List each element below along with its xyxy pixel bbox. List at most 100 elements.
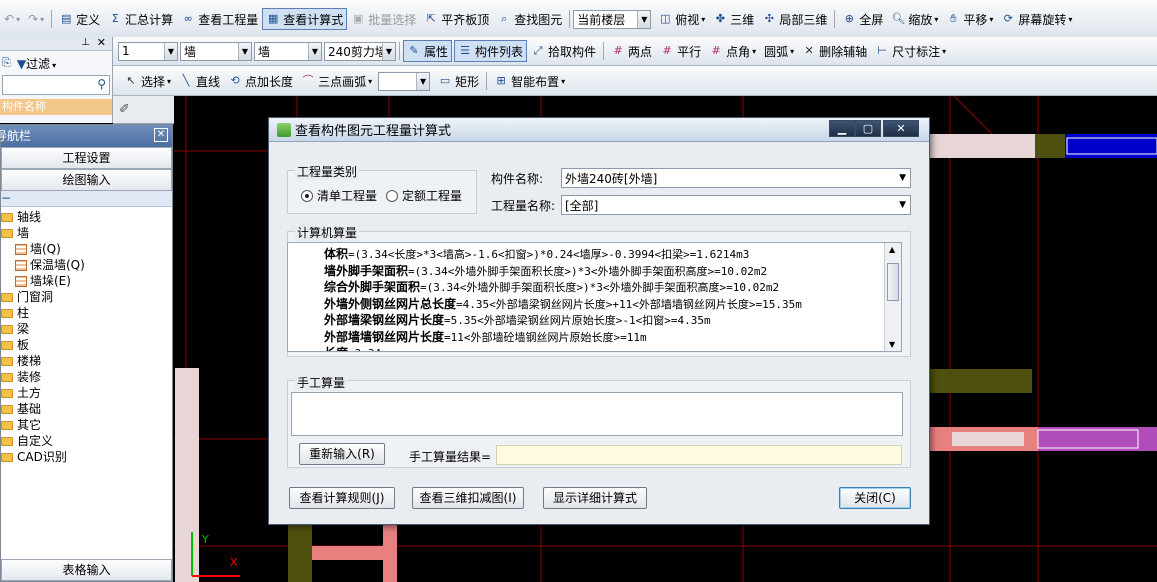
close-button[interactable]: 关闭(C)	[839, 487, 911, 509]
view-3d-deduct-button[interactable]: 查看三维扣减图(I)	[412, 487, 524, 509]
brush-icon[interactable]: ✐	[119, 102, 130, 117]
tree-item[interactable]: 自定义	[1, 433, 172, 449]
collapse-icon[interactable]: −	[1, 191, 11, 205]
minimize-button[interactable]: ▁	[829, 120, 855, 137]
component-list-button[interactable]: ☰ 构件列表	[454, 40, 528, 62]
rotate-icon: ⟳	[1003, 12, 1014, 25]
search-input[interactable]: ⚲	[2, 75, 110, 95]
component-name-label: 构件名称:	[491, 172, 544, 186]
scroll-down-icon[interactable]: ▼	[889, 340, 895, 349]
scroll-thumb[interactable]	[887, 263, 899, 301]
show-detail-button[interactable]: 显示详细计算式	[543, 487, 647, 509]
tree-item[interactable]: 楼梯	[1, 353, 172, 369]
tree-item[interactable]: 梁	[1, 321, 172, 337]
batch-select-button[interactable]: ▣ 批量选择	[347, 8, 420, 30]
ucs-y-label: Y	[201, 533, 209, 546]
pick-component-button[interactable]: ⤢ 拾取构件	[527, 40, 600, 62]
close-icon[interactable]: ✕	[97, 36, 106, 49]
new-icon[interactable]: ⎘	[2, 56, 11, 70]
list-icon: ☰	[460, 44, 470, 57]
tree-item[interactable]: 墙垛(E)	[1, 273, 172, 289]
dialog-title: 查看构件图元工程量计算式	[295, 124, 452, 139]
screen-rotate-button[interactable]: ⟳ 屏幕旋转 ▾	[997, 8, 1076, 30]
parallel-button[interactable]: # 平行	[656, 40, 705, 62]
wall-segment	[312, 546, 392, 560]
top-view-button[interactable]: ◫ 俯视 ▾	[654, 8, 709, 30]
close-window-button[interactable]: ✕	[883, 120, 919, 137]
table-input-button[interactable]: 表格输入	[1, 559, 172, 581]
properties-button[interactable]: ✎ 属性	[403, 40, 453, 62]
chevron-down-icon: ▼	[899, 173, 906, 183]
manual-calc-input[interactable]	[291, 392, 903, 436]
tree-item-label: 土方	[17, 386, 42, 400]
three-d-button[interactable]: ✤ 三维	[709, 8, 758, 30]
folder-icon	[1, 212, 13, 222]
calc-line-name: 墙外脚手架面积	[324, 263, 409, 278]
parallel-icon: #	[662, 44, 672, 57]
find-element-button[interactable]: ⌕ 查找图元	[493, 8, 566, 30]
tree-item[interactable]: 基础	[1, 401, 172, 417]
local-3d-button[interactable]: ✣ 局部三维	[758, 8, 831, 30]
qty-name-select[interactable]: [全部] ▼	[561, 195, 911, 215]
calc-line: 体积=(3.34<长度>*3<墙高>-1.6<扣窗>)*0.24<墙厚>-0.3…	[324, 245, 749, 262]
current-floor-select[interactable]: 当前楼层 ▼	[573, 9, 652, 29]
zoom-button[interactable]: 🔍︎ 缩放 ▾	[887, 8, 942, 30]
radio-list-option[interactable]: 清单工程量	[301, 187, 377, 204]
component-name-select[interactable]: 外墙240砖[外墙] ▼	[561, 168, 911, 188]
view-rules-button[interactable]: 查看计算规则(J)	[289, 487, 395, 509]
vertical-scrollbar[interactable]: ▲ ▼	[884, 243, 901, 351]
three-point-arc-button[interactable]: ⌒ 三点画弧 ▾	[297, 70, 376, 92]
tree-item[interactable]: 轴线	[1, 209, 172, 225]
tree-item[interactable]: 土方	[1, 385, 172, 401]
point-length-button[interactable]: ⟲ 点加长度	[224, 70, 297, 92]
component-select[interactable]: 240剪力墙 ▼	[324, 41, 396, 61]
redo-button[interactable]: ↷ ▾	[24, 8, 48, 30]
two-points-button[interactable]: # 两点	[607, 40, 656, 62]
search-icon[interactable]: ⚲	[97, 77, 106, 91]
select-button[interactable]: ↖ 选择 ▾	[120, 70, 175, 92]
define-button[interactable]: ▤ 定义	[55, 8, 104, 30]
tree-item-label: 柱	[17, 306, 30, 320]
element-subtype-select[interactable]: 墙 ▼	[254, 41, 322, 61]
tree-item[interactable]: CAD识别	[1, 449, 172, 465]
radio-quota-option[interactable]: 定额工程量	[386, 187, 462, 204]
calc-line: 外部墙梁钢丝网片长度=5.35<外部墙梁钢丝网片原始长度>-1<扣窗>=4.35…	[324, 311, 711, 328]
computer-calc-text[interactable]: 体积=(3.34<长度>*3<墙高>-1.6<扣窗>)*0.24<墙厚>-0.3…	[287, 242, 902, 352]
chevron-down-icon: ▼	[899, 200, 906, 210]
undo-button[interactable]: ↶ ▾	[0, 8, 24, 30]
view-formula-button[interactable]: ▦ 查看计算式	[262, 8, 348, 30]
pan-button[interactable]: ✋︎ 平移 ▾	[942, 8, 997, 30]
tree-item[interactable]: 门窗洞	[1, 289, 172, 305]
delete-aux-button[interactable]: ✕ 删除辅轴	[798, 40, 871, 62]
sum-calc-button[interactable]: Σ 汇总计算	[104, 8, 177, 30]
point-angle-button[interactable]: # 点角 ▾	[705, 40, 760, 62]
smart-layout-button[interactable]: ⊞ 智能布置 ▾	[490, 70, 569, 92]
tree-item[interactable]: 墙(Q)	[1, 241, 172, 257]
arc-mode-select[interactable]: ▼	[378, 71, 431, 91]
tree-item[interactable]: 其它	[1, 417, 172, 433]
align-top-button[interactable]: ⇱ 平齐板顶	[420, 8, 493, 30]
rect-button[interactable]: ▭ 矩形	[434, 70, 483, 92]
scroll-up-icon[interactable]: ▲	[889, 245, 895, 254]
tree-item-label: 保温墙(Q)	[30, 258, 85, 272]
drawing-input-button[interactable]: 绘图输入	[1, 169, 172, 191]
filter-button[interactable]: ▼过滤 ▾	[17, 55, 56, 72]
full-screen-button[interactable]: ⊕ 全屏	[838, 8, 887, 30]
arc-button[interactable]: 圆弧 ▾	[760, 40, 798, 62]
tree-item[interactable]: 墙	[1, 225, 172, 241]
dim-label-button[interactable]: ⊢ 尺寸标注 ▾	[871, 40, 950, 62]
maximize-button[interactable]: ▢	[855, 120, 881, 137]
line-button[interactable]: ╲ 直线	[175, 70, 224, 92]
pin-icon[interactable]: ⊥	[81, 37, 90, 48]
tree-item[interactable]: 保温墙(Q)	[1, 257, 172, 273]
tree-item[interactable]: 装修	[1, 369, 172, 385]
tree-item[interactable]: 柱	[1, 305, 172, 321]
close-icon[interactable]: ✕	[154, 128, 168, 142]
element-type-select[interactable]: 墙 ▼	[180, 41, 252, 61]
reenter-button[interactable]: 重新输入(R)	[299, 443, 385, 465]
view-quantity-button[interactable]: ∞ 查看工程量	[177, 8, 262, 30]
app-icon	[277, 122, 291, 137]
floor-number-select[interactable]: 1 ▼	[118, 41, 178, 61]
project-settings-button[interactable]: 工程设置	[1, 147, 172, 169]
tree-item[interactable]: 板	[1, 337, 172, 353]
